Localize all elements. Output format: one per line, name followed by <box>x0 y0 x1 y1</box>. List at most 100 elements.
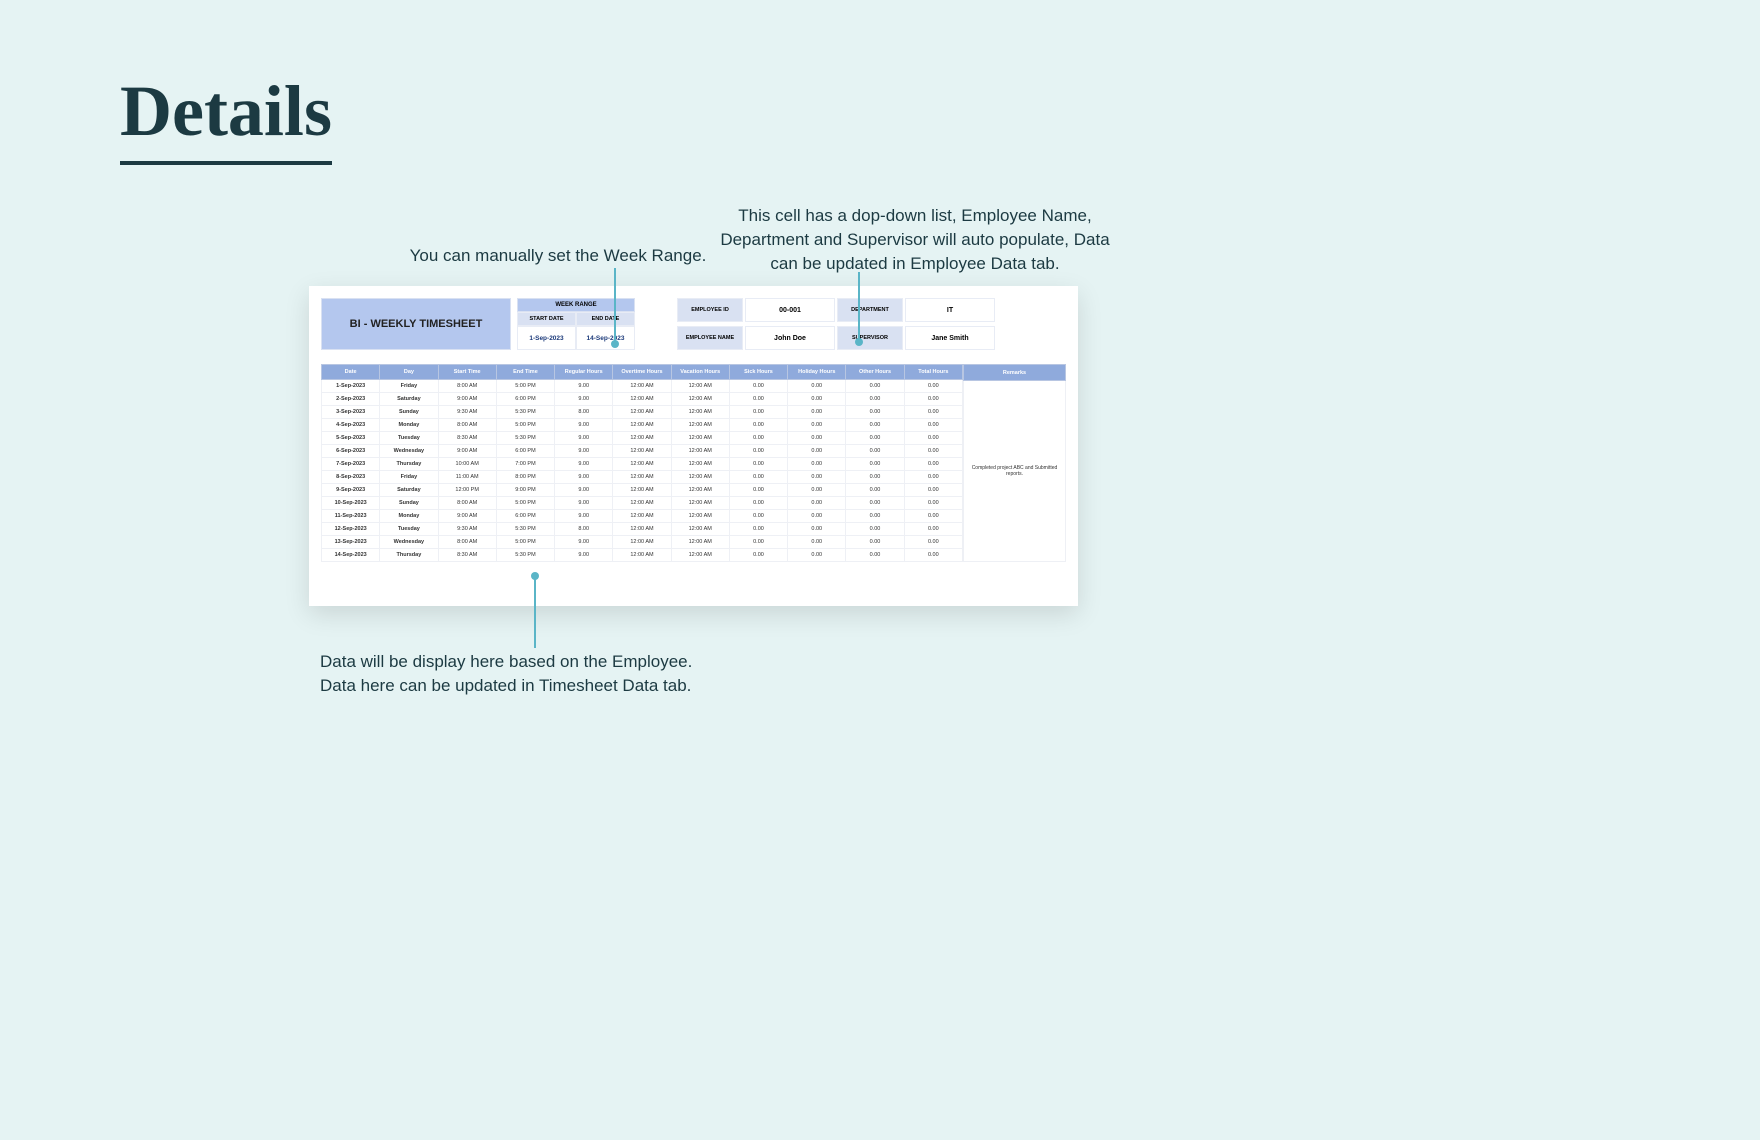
cell-day[interactable]: Monday <box>380 419 438 432</box>
cell-sick[interactable]: 0.00 <box>729 406 787 419</box>
cell-start[interactable]: 9:00 AM <box>438 393 496 406</box>
cell-end[interactable]: 5:00 PM <box>496 419 554 432</box>
cell-tot[interactable]: 0.00 <box>904 432 962 445</box>
cell-hol[interactable]: 0.00 <box>788 380 846 393</box>
cell-sick[interactable]: 0.00 <box>729 510 787 523</box>
cell-end[interactable]: 6:00 PM <box>496 393 554 406</box>
cell-hol[interactable]: 0.00 <box>788 419 846 432</box>
cell-tot[interactable]: 0.00 <box>904 497 962 510</box>
cell-ot[interactable]: 12:00 AM <box>613 484 671 497</box>
cell-ot[interactable]: 12:00 AM <box>613 471 671 484</box>
cell-day[interactable]: Wednesday <box>380 536 438 549</box>
cell-oth[interactable]: 0.00 <box>846 419 904 432</box>
cell-oth[interactable]: 0.00 <box>846 536 904 549</box>
cell-vac[interactable]: 12:00 AM <box>671 497 729 510</box>
cell-tot[interactable]: 0.00 <box>904 536 962 549</box>
cell-day[interactable]: Monday <box>380 510 438 523</box>
cell-start[interactable]: 8:30 AM <box>438 432 496 445</box>
cell-ot[interactable]: 12:00 AM <box>613 393 671 406</box>
cell-hol[interactable]: 0.00 <box>788 510 846 523</box>
cell-start[interactable]: 9:00 AM <box>438 510 496 523</box>
cell-hol[interactable]: 0.00 <box>788 549 846 562</box>
cell-oth[interactable]: 0.00 <box>846 393 904 406</box>
cell-hol[interactable]: 0.00 <box>788 471 846 484</box>
cell-oth[interactable]: 0.00 <box>846 484 904 497</box>
cell-sick[interactable]: 0.00 <box>729 458 787 471</box>
cell-hol[interactable]: 0.00 <box>788 484 846 497</box>
cell-day[interactable]: Sunday <box>380 406 438 419</box>
cell-ot[interactable]: 12:00 AM <box>613 510 671 523</box>
cell-oth[interactable]: 0.00 <box>846 471 904 484</box>
cell-reg[interactable]: 8.00 <box>555 523 613 536</box>
cell-end[interactable]: 5:30 PM <box>496 406 554 419</box>
cell-reg[interactable]: 9.00 <box>555 393 613 406</box>
cell-reg[interactable]: 9.00 <box>555 432 613 445</box>
employee-id-dropdown[interactable]: 00-001 <box>745 298 835 322</box>
cell-sick[interactable]: 0.00 <box>729 549 787 562</box>
cell-hol[interactable]: 0.00 <box>788 432 846 445</box>
cell-reg[interactable]: 9.00 <box>555 497 613 510</box>
cell-ot[interactable]: 12:00 AM <box>613 549 671 562</box>
cell-day[interactable]: Friday <box>380 471 438 484</box>
cell-hol[interactable]: 0.00 <box>788 393 846 406</box>
cell-oth[interactable]: 0.00 <box>846 432 904 445</box>
cell-vac[interactable]: 12:00 AM <box>671 510 729 523</box>
table-row[interactable]: 9-Sep-2023Saturday12:00 PM9:00 PM9.0012:… <box>322 484 963 497</box>
cell-oth[interactable]: 0.00 <box>846 523 904 536</box>
cell-vac[interactable]: 12:00 AM <box>671 458 729 471</box>
cell-ot[interactable]: 12:00 AM <box>613 406 671 419</box>
cell-oth[interactable]: 0.00 <box>846 458 904 471</box>
cell-tot[interactable]: 0.00 <box>904 458 962 471</box>
cell-reg[interactable]: 9.00 <box>555 380 613 393</box>
cell-vac[interactable]: 12:00 AM <box>671 549 729 562</box>
table-row[interactable]: 3-Sep-2023Sunday9:30 AM5:30 PM8.0012:00 … <box>322 406 963 419</box>
cell-hol[interactable]: 0.00 <box>788 523 846 536</box>
cell-ot[interactable]: 12:00 AM <box>613 445 671 458</box>
cell-start[interactable]: 8:00 AM <box>438 380 496 393</box>
cell-sick[interactable]: 0.00 <box>729 393 787 406</box>
cell-date[interactable]: 9-Sep-2023 <box>322 484 380 497</box>
cell-end[interactable]: 5:00 PM <box>496 380 554 393</box>
cell-oth[interactable]: 0.00 <box>846 510 904 523</box>
cell-tot[interactable]: 0.00 <box>904 510 962 523</box>
cell-reg[interactable]: 9.00 <box>555 510 613 523</box>
cell-date[interactable]: 4-Sep-2023 <box>322 419 380 432</box>
cell-sick[interactable]: 0.00 <box>729 471 787 484</box>
table-row[interactable]: 7-Sep-2023Thursday10:00 AM7:00 PM9.0012:… <box>322 458 963 471</box>
cell-sick[interactable]: 0.00 <box>729 419 787 432</box>
cell-hol[interactable]: 0.00 <box>788 445 846 458</box>
table-row[interactable]: 2-Sep-2023Saturday9:00 AM6:00 PM9.0012:0… <box>322 393 963 406</box>
cell-ot[interactable]: 12:00 AM <box>613 380 671 393</box>
cell-reg[interactable]: 9.00 <box>555 484 613 497</box>
cell-vac[interactable]: 12:00 AM <box>671 523 729 536</box>
cell-day[interactable]: Saturday <box>380 484 438 497</box>
cell-tot[interactable]: 0.00 <box>904 523 962 536</box>
remarks-value[interactable]: Completed project ABC and Submitted repo… <box>963 381 1066 562</box>
cell-reg[interactable]: 9.00 <box>555 445 613 458</box>
cell-tot[interactable]: 0.00 <box>904 419 962 432</box>
table-row[interactable]: 6-Sep-2023Wednesday9:00 AM6:00 PM9.0012:… <box>322 445 963 458</box>
cell-reg[interactable]: 9.00 <box>555 549 613 562</box>
cell-date[interactable]: 1-Sep-2023 <box>322 380 380 393</box>
cell-vac[interactable]: 12:00 AM <box>671 484 729 497</box>
cell-oth[interactable]: 0.00 <box>846 497 904 510</box>
cell-day[interactable]: Sunday <box>380 497 438 510</box>
cell-sick[interactable]: 0.00 <box>729 445 787 458</box>
cell-vac[interactable]: 12:00 AM <box>671 380 729 393</box>
table-row[interactable]: 13-Sep-2023Wednesday8:00 AM5:00 PM9.0012… <box>322 536 963 549</box>
table-row[interactable]: 1-Sep-2023Friday8:00 AM5:00 PM9.0012:00 … <box>322 380 963 393</box>
cell-date[interactable]: 5-Sep-2023 <box>322 432 380 445</box>
cell-reg[interactable]: 9.00 <box>555 471 613 484</box>
cell-reg[interactable]: 8.00 <box>555 406 613 419</box>
cell-sick[interactable]: 0.00 <box>729 523 787 536</box>
cell-start[interactable]: 9:30 AM <box>438 406 496 419</box>
table-row[interactable]: 8-Sep-2023Friday11:00 AM8:00 PM9.0012:00… <box>322 471 963 484</box>
cell-start[interactable]: 8:00 AM <box>438 536 496 549</box>
cell-reg[interactable]: 9.00 <box>555 458 613 471</box>
cell-end[interactable]: 8:00 PM <box>496 471 554 484</box>
cell-date[interactable]: 13-Sep-2023 <box>322 536 380 549</box>
cell-sick[interactable]: 0.00 <box>729 497 787 510</box>
cell-day[interactable]: Tuesday <box>380 432 438 445</box>
table-row[interactable]: 10-Sep-2023Sunday8:00 AM5:00 PM9.0012:00… <box>322 497 963 510</box>
cell-ot[interactable]: 12:00 AM <box>613 458 671 471</box>
